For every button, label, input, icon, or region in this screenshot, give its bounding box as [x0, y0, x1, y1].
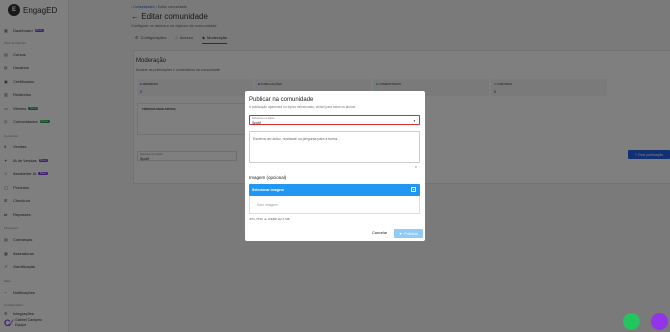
- publish-button[interactable]: ➤ Publicar: [394, 229, 423, 238]
- image-label: Imagem (opcional): [249, 175, 287, 180]
- topic-select-value: Spotif: [252, 120, 261, 125]
- image-preview-box: Sem imagem: [249, 196, 420, 214]
- publish-modal: Publicar na comunidade A publicação apar…: [245, 91, 425, 241]
- select-image-label: Selecionar imagem: [252, 187, 284, 192]
- select-image-button[interactable]: Selecionar imagem ▴: [249, 184, 420, 196]
- image-empty-text: Sem imagem: [257, 203, 278, 207]
- cancel-button[interactable]: Cancelar: [372, 231, 387, 235]
- modal-subtitle: A publicação aparecerá no tópico selecio…: [249, 105, 357, 109]
- whatsapp-button[interactable]: [623, 313, 640, 330]
- topic-select[interactable]: Selecione um tópico Spotif ▼: [249, 115, 420, 125]
- send-icon: ➤: [399, 232, 403, 236]
- topic-select-label: Selecione um tópico: [252, 117, 275, 120]
- chat-button[interactable]: [651, 313, 668, 330]
- image-hint: JPG, PNG ou WEBP até 5 MB: [249, 217, 290, 221]
- char-count: 0: [415, 165, 417, 169]
- post-textarea-placeholder: Escreva um aviso, novidade ou pergunta p…: [253, 137, 341, 141]
- post-textarea[interactable]: Escreva um aviso, novidade ou pergunta p…: [249, 131, 420, 163]
- image-upload-icon: ▴: [411, 187, 416, 192]
- modal-title: Publicar na comunidade: [249, 97, 314, 103]
- caret-down-icon: ▼: [413, 118, 416, 123]
- publish-label: Publicar: [404, 231, 418, 236]
